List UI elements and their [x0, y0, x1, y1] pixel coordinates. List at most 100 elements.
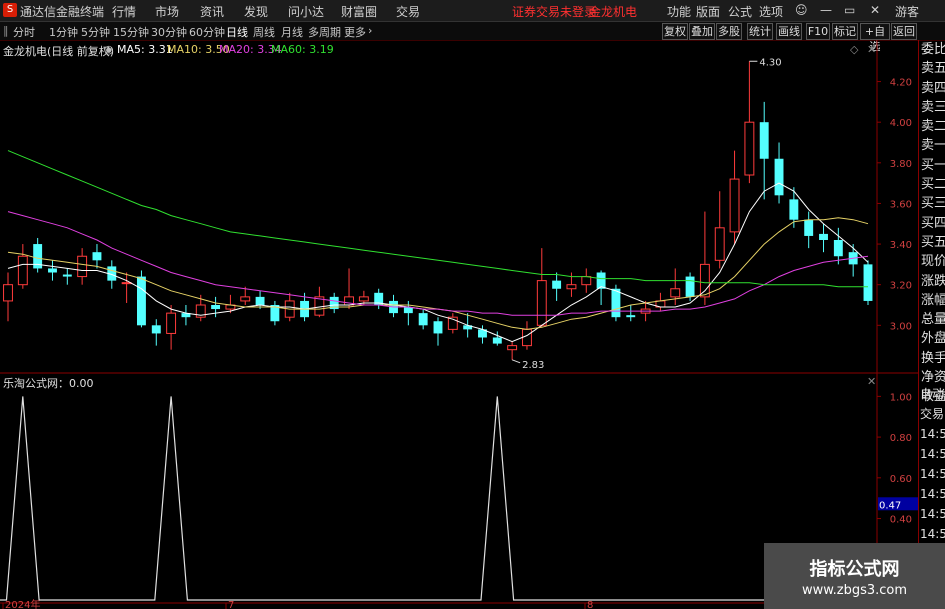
current-value-label: 0.47 — [879, 500, 901, 511]
minimize-icon[interactable]: — — [820, 3, 832, 17]
tick-field-5: 14:56 — [920, 487, 945, 501]
tab-period-5[interactable]: 30分钟 — [151, 24, 187, 40]
ma60-label: MA60: 3.19 — [271, 43, 334, 56]
tab-bar-handle-icon: ‖ — [3, 24, 9, 37]
watermark-banner: 指标公式网 www.zbgs3.com — [764, 543, 945, 609]
y-tick-label: 4.20 — [890, 78, 912, 89]
menu-item-discover[interactable]: 发现 — [244, 3, 268, 20]
high-price-label: 4.30 — [759, 57, 781, 68]
close-subpane-icon[interactable]: ✕ — [867, 375, 876, 388]
close-pane-icon[interactable]: ✕ — [867, 43, 876, 56]
diamond-icon[interactable]: ◇ — [850, 43, 858, 56]
trade-login-notice[interactable]: 证券交易未登录 — [512, 3, 596, 20]
menu-item-layout[interactable]: 版面 — [696, 3, 720, 20]
sub-y-tick-label: 0.60 — [890, 474, 912, 485]
candle-body-down — [833, 240, 843, 257]
sub-y-tick-label: 0.40 — [890, 515, 912, 526]
stock-name-label: 金龙机电 — [589, 5, 638, 19]
candle-body-up — [581, 276, 592, 286]
quote-field-0: 委比 — [921, 42, 945, 57]
tab-period-7[interactable]: 日线 — [226, 24, 248, 40]
quote-field-10: 买五 — [921, 234, 945, 250]
candle-body-up — [699, 263, 710, 298]
quote-field-4: 卖二 — [921, 119, 945, 135]
menu-item-options[interactable]: 选项 — [759, 3, 783, 20]
quote-field-3: 卖三 — [921, 99, 945, 115]
candle-body-down — [789, 199, 799, 220]
quote-field-7: 买二 — [921, 177, 945, 193]
sub-y-tick-label: 1.00 — [890, 392, 912, 403]
tab-period-1[interactable]: 分时 — [13, 24, 35, 40]
settings-circle-icon[interactable]: ◉ — [104, 43, 114, 56]
candle-body-up — [744, 121, 755, 176]
tab-period-10[interactable]: 多周期 — [308, 24, 341, 40]
menu-item-news[interactable]: 资讯 — [200, 3, 224, 20]
candle-body-down — [804, 219, 814, 236]
candle-body-up — [77, 255, 88, 278]
tab-period-3[interactable]: 5分钟 — [81, 24, 110, 40]
quote-field-14: 总量 — [921, 312, 945, 328]
sub-indicator-line — [0, 396, 876, 601]
candle-body-down — [418, 313, 428, 326]
period-tab-bar: ‖ 分时 1分钟 5分钟 15分钟 30分钟 60分钟 日线 周线 月线 多周期… — [0, 22, 945, 53]
more-chevron-icon[interactable]: › — [368, 24, 372, 37]
menu-item-trade[interactable]: 交易 — [396, 3, 420, 20]
menu-item-market[interactable]: 市场 — [155, 3, 179, 20]
quote-field-2: 卖四 — [921, 80, 945, 96]
chart-area[interactable]: 4.20 4.00 3.80 3.60 3.40 3.20 3.00 1.00 0.80 0.60… — [0, 40, 918, 609]
add-watchlist-button[interactable]: +自选 — [860, 23, 890, 53]
close-icon[interactable]: ✕ — [870, 3, 880, 17]
candle-body-up — [536, 280, 547, 326]
candle-body-down — [492, 337, 502, 344]
guest-label[interactable]: 游客 — [895, 3, 919, 20]
tick-field-0[interactable]: 自动 — [918, 384, 945, 404]
y-tick-label: 3.40 — [890, 240, 912, 251]
mark-button[interactable]: 标记 — [832, 23, 858, 40]
watermark-title: 指标公式网 — [809, 559, 900, 580]
overlay-button[interactable]: 叠加 — [689, 23, 715, 40]
tab-period-2[interactable]: 1分钟 — [49, 24, 78, 40]
menu-item-formula[interactable]: 公式 — [728, 3, 752, 20]
menu-item-function[interactable]: 功能 — [667, 3, 691, 20]
menu-item-quotes[interactable]: 行情 — [112, 3, 136, 20]
tab-period-4[interactable]: 15分钟 — [113, 24, 149, 40]
candle-body-up — [240, 296, 251, 302]
restore-icon[interactable]: ▭ — [844, 3, 855, 17]
candle-body-up — [522, 328, 532, 347]
menu-item-ask[interactable]: 问小达 — [288, 3, 324, 20]
candle-body-up — [507, 345, 518, 351]
f10-button[interactable]: F10 — [806, 23, 830, 40]
quote-field-13: 涨幅 — [921, 292, 945, 308]
multi-stock-button[interactable]: 多股 — [716, 23, 742, 40]
tab-period-11[interactable]: 更多 — [344, 24, 366, 40]
tick-field-1: 交易 — [920, 407, 945, 421]
candle-body-down — [137, 276, 146, 326]
tick-field-4: 14:56 — [920, 467, 945, 481]
candle-body-down — [255, 296, 265, 305]
quote-field-11: 现价 — [921, 254, 945, 270]
statistics-button[interactable]: 统计 — [747, 23, 773, 40]
candle-body-down — [759, 122, 769, 159]
y-tick-label: 3.60 — [890, 199, 912, 210]
x-tick-label: 7 — [228, 600, 234, 609]
candle-body-up — [670, 288, 681, 298]
sub-chart-title: 乐淘公式网：0.00 — [3, 377, 94, 390]
tick-field-6: 14:56 — [920, 507, 945, 521]
tick-field-3: 14:56 — [920, 447, 945, 461]
user-icon[interactable]: ☺ — [795, 3, 808, 17]
low-price-label: 2.83 — [522, 360, 544, 371]
adjust-button[interactable]: 复权 — [662, 23, 688, 40]
candle-body-up — [729, 178, 740, 233]
tab-period-6[interactable]: 60分钟 — [189, 24, 225, 40]
quote-field-1: 卖五 — [921, 61, 945, 77]
back-button[interactable]: 返回 — [891, 23, 917, 40]
menu-bar: S 通达信金融终端 行情 市场 资讯 发现 问小达 财富圈 交易 证券交易未登录… — [0, 0, 945, 22]
tab-period-8[interactable]: 周线 — [253, 24, 275, 40]
tab-period-9[interactable]: 月线 — [281, 24, 303, 40]
y-tick-label: 4.00 — [890, 118, 912, 129]
y-tick-label: 3.80 — [890, 159, 912, 170]
draw-line-button[interactable]: 画线 — [776, 23, 802, 40]
candle-body-down — [611, 288, 621, 318]
menu-item-wealth[interactable]: 财富圈 — [341, 3, 377, 20]
candle-body-up — [166, 312, 177, 334]
